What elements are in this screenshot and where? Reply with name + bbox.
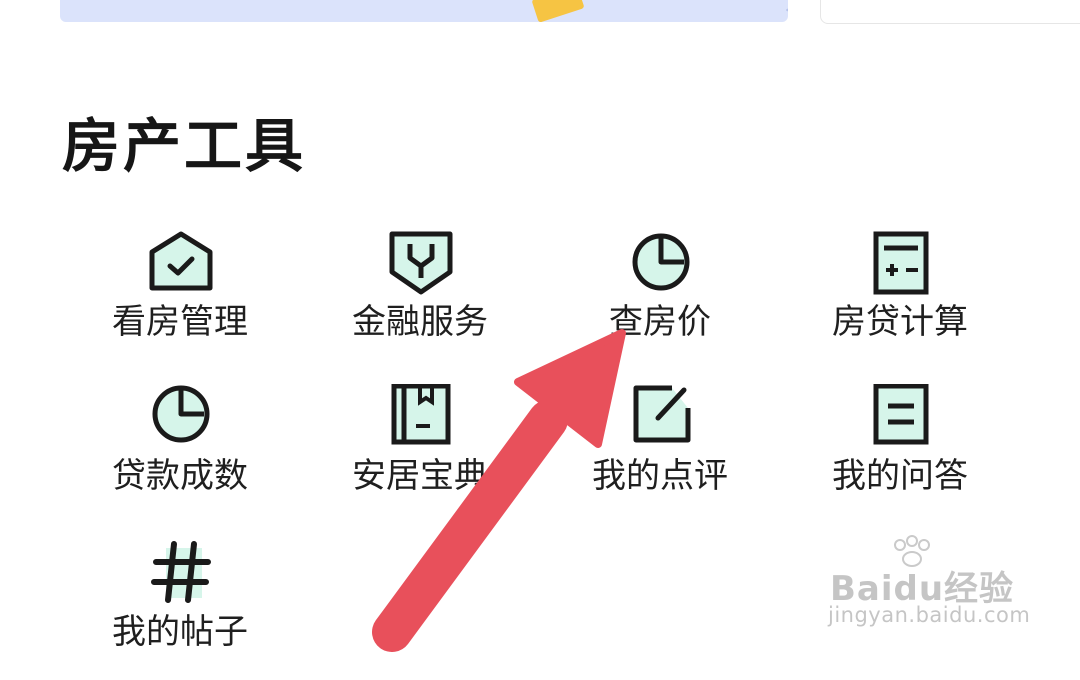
ticket-illustration bbox=[531, 0, 585, 22]
tool-financial-services[interactable]: 金融服务 bbox=[300, 230, 540, 370]
house-check-icon bbox=[149, 231, 213, 291]
watermark: Baidu经验 jingyan.baidu.com bbox=[828, 535, 1058, 635]
hashtag-icon bbox=[151, 541, 211, 603]
figure-illustration bbox=[786, 8, 788, 12]
pie-chart-icon bbox=[632, 233, 690, 291]
tool-label: 安居宝典 bbox=[352, 456, 488, 496]
section-title: 房产工具 bbox=[62, 112, 307, 180]
calculator-icon bbox=[873, 231, 929, 295]
tool-housing-guide[interactable]: 安居宝典 bbox=[300, 384, 540, 524]
book-icon bbox=[391, 384, 451, 445]
tool-viewing-management[interactable]: 看房管理 bbox=[60, 230, 300, 370]
tool-mortgage-calculator[interactable]: 房贷计算 bbox=[780, 230, 1020, 370]
promo-banner[interactable] bbox=[60, 0, 788, 22]
tool-label: 我的点评 bbox=[592, 456, 728, 496]
tool-label: 查房价 bbox=[609, 302, 711, 342]
watermark-sub: jingyan.baidu.com bbox=[828, 603, 1031, 627]
tool-label: 金融服务 bbox=[352, 302, 488, 342]
tool-my-posts[interactable]: 我的帖子 bbox=[60, 540, 300, 680]
tool-check-house-price[interactable]: 查房价 bbox=[540, 230, 780, 370]
tool-my-qa[interactable]: 我的问答 bbox=[780, 384, 1020, 524]
tool-label: 我的问答 bbox=[832, 456, 968, 496]
side-card[interactable] bbox=[820, 0, 1080, 24]
tool-loan-ratio[interactable]: 贷款成数 bbox=[60, 384, 300, 524]
tool-label: 我的帖子 bbox=[112, 612, 248, 652]
pie-chart-icon bbox=[152, 385, 210, 443]
edit-icon bbox=[633, 385, 691, 443]
tool-label: 看房管理 bbox=[112, 302, 248, 342]
tool-label: 房贷计算 bbox=[832, 302, 968, 342]
tool-label: 贷款成数 bbox=[112, 456, 248, 496]
tool-my-reviews[interactable]: 我的点评 bbox=[540, 384, 780, 524]
document-icon bbox=[873, 384, 929, 445]
shield-y-icon bbox=[389, 231, 453, 295]
